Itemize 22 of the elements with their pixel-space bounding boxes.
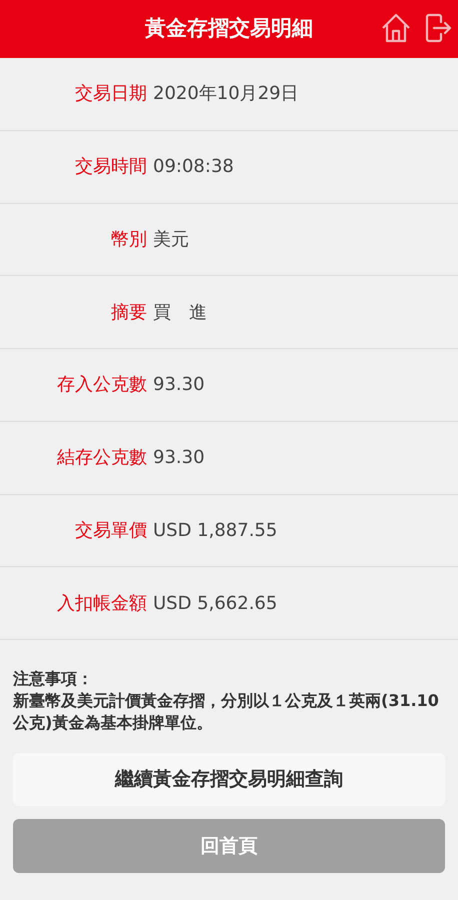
field-value: 買 進 — [153, 300, 207, 325]
field-label: 交易單價 — [74, 518, 147, 543]
continue-query-button[interactable]: 繼續黃金存摺交易明細查詢 — [13, 753, 445, 806]
field-label: 交易日期 — [74, 82, 147, 106]
field-value: 93.30 — [153, 373, 205, 398]
field-label: 幣別 — [110, 228, 147, 252]
field-label: 摘要 — [110, 300, 147, 325]
field-label: 結存公克數 — [56, 446, 147, 470]
field-value: USD 1,887.55 — [153, 518, 278, 543]
notice-title: 注意事項： — [13, 668, 94, 690]
home-icon[interactable] — [380, 12, 412, 44]
field-value: 2020年10月29日 — [153, 82, 299, 106]
field-label: 入扣帳金額 — [56, 592, 147, 616]
field-label: 存入公克數 — [56, 373, 147, 398]
field-label: 交易時間 — [74, 155, 147, 180]
page-title: 黃金存摺交易明細 — [145, 15, 313, 42]
field-value: 09:08:38 — [153, 155, 234, 180]
logout-icon[interactable] — [424, 12, 452, 44]
field-value: USD 5,662.65 — [153, 592, 278, 616]
field-value: 美元 — [153, 228, 189, 252]
notice-text: 新臺幣及美元計價黃金存摺，分別以１公克及１英兩(31.10公克)黃金為基本掛牌單位。 — [13, 690, 440, 734]
field-value: 93.30 — [153, 446, 205, 470]
